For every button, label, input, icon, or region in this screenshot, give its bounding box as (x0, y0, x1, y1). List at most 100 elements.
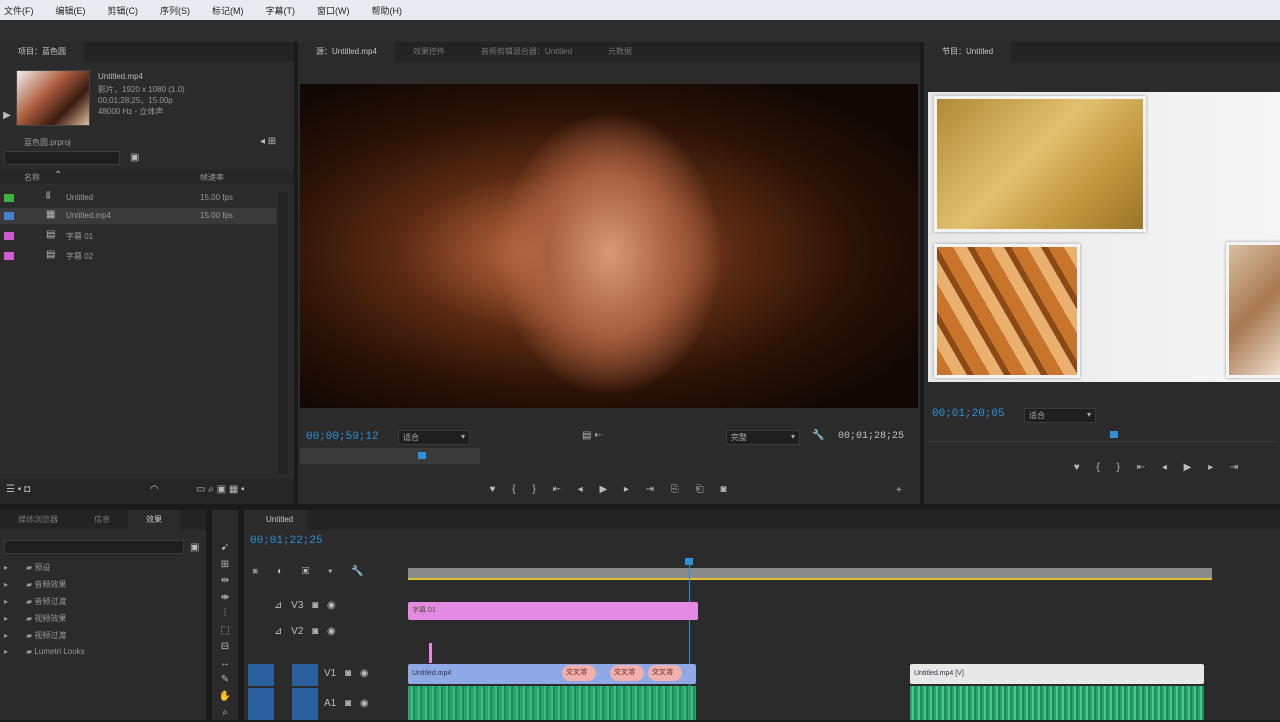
timeline-timecode[interactable]: 00;01;22;25 (250, 535, 323, 547)
effect-folder-label: 视频过渡 (34, 631, 67, 640)
list-item[interactable]: ▸ ▰ 视频效果 (4, 613, 66, 624)
tab-sequence[interactable]: Untitled (244, 510, 308, 530)
timeline-ruler[interactable] (408, 568, 1212, 580)
source-quality-dropdown[interactable]: 完整 ▾ (726, 430, 800, 445)
clip-thumbnail (16, 70, 90, 126)
item-fps: 15.00 fps (200, 211, 233, 220)
tab-project[interactable]: 项目：蓝色圆 (0, 42, 84, 62)
timeline-playhead-handle[interactable] (685, 558, 694, 565)
tab-source[interactable]: 源：Untitled.mp4 (298, 42, 395, 62)
transition-cross-dissolve[interactable]: 交叉溶 (610, 665, 644, 681)
new-custom-bin-icon[interactable]: ▣ (190, 542, 199, 554)
bin-tools-icon[interactable]: ▭ ⌕ ▣ ▦ ▪ (196, 484, 245, 496)
program-transport-controls[interactable]: ♥ { } ⇤ ◂ ▶ ▸ ⇥ (1032, 462, 1280, 474)
audio-clip-a1-2[interactable] (910, 686, 1204, 720)
label-color-chip (4, 252, 14, 260)
list-item-selected[interactable]: ▦ Untitled.mp4 15.00 fps (0, 208, 276, 224)
list-item[interactable]: ▸ ▰ 音频过渡 (4, 596, 66, 607)
source-playhead[interactable] (418, 452, 426, 459)
source-video-frame[interactable] (300, 84, 918, 408)
project-search-input[interactable] (4, 151, 120, 165)
zoom-slider-icon[interactable]: ◠ (150, 484, 159, 496)
track-v2-controls[interactable]: ⊿ V2 ◙ ◉ (274, 626, 336, 638)
video-clip-v1-2[interactable]: Untitled.mp4 [V] (910, 664, 1204, 684)
tab-effect-controls[interactable]: 效果控件 (395, 42, 463, 62)
menu-window[interactable]: 窗口(W) (317, 4, 350, 17)
video-clip-icon: ▦ (46, 209, 56, 220)
source-patch-v1[interactable] (248, 664, 274, 686)
project-scrollbar[interactable] (278, 192, 288, 474)
source-fit-dropdown[interactable]: 适合 ▾ (398, 430, 470, 445)
play-thumbnail-icon[interactable]: ▶ (2, 110, 12, 122)
button-editor-icon[interactable]: + (896, 485, 902, 497)
face-highlight (500, 114, 720, 394)
list-item[interactable]: ▸ ▰ 音频效果 (4, 579, 66, 590)
track-target-a1[interactable] (292, 688, 318, 720)
title-clip-v2[interactable] (429, 643, 432, 663)
title-file-icon: ▤ (46, 229, 56, 240)
title-clip-v3[interactable]: 字幕 01 (408, 602, 698, 620)
list-item[interactable]: ▤ 字幕 02 (0, 248, 294, 264)
menu-file[interactable]: 文件(F) (4, 4, 34, 17)
tool-icons[interactable]: ➹ ⊞ ⇹ ⇼ ⫶ ⬚ ⊟ ↔ ✎ ✋ ⌕ (216, 540, 234, 722)
source-monitor: 源：Untitled.mp4 效果控件 音频剪辑混合器：Untitled 元数据… (298, 42, 920, 504)
source-transport-controls[interactable]: ♥ { } ⇤ ◂ ▶ ▸ ⇥ ⎘ ⎗ ◙ (438, 484, 778, 496)
source-patch-a1[interactable] (248, 688, 274, 720)
tab-program[interactable]: 节目：Untitled (924, 42, 1012, 62)
video-clip-label: Untitled.mp4 [V] (914, 670, 964, 677)
source-timecode[interactable]: 00;00;59;12 (306, 431, 379, 443)
column-fps[interactable]: 帧速率 (200, 172, 224, 183)
menu-sequence[interactable]: 序列(S) (160, 4, 190, 17)
track-target-v1[interactable] (292, 664, 318, 686)
chevron-down-icon: ▾ (790, 432, 795, 441)
tab-audio-mixer[interactable]: 音频剪辑混合器：Untitled (463, 42, 590, 62)
effects-search-input[interactable] (4, 540, 184, 554)
program-timecode[interactable]: 00;01;20;05 (932, 408, 1005, 420)
list-item[interactable]: ▤ 字幕 01 (0, 228, 294, 244)
menu-title[interactable]: 字幕(T) (266, 4, 296, 17)
video-clip-label: Untitled.mp4 (412, 670, 452, 677)
sort-up-icon[interactable]: ⌃ (54, 170, 62, 182)
menu-edit[interactable]: 编辑(E) (56, 4, 86, 17)
tab-metadata[interactable]: 元数据 (590, 42, 650, 62)
track-v1-controls[interactable]: V1 ◙ ◉ (324, 668, 369, 680)
label-color-chip (4, 232, 14, 240)
item-name: Untitled.mp4 (66, 211, 111, 220)
effect-folder-label: 预设 (34, 563, 51, 572)
program-video-frame[interactable] (928, 92, 1280, 382)
transition-cross-dissolve[interactable]: 交叉溶 (648, 665, 682, 681)
timeline-tools[interactable]: ⨳ ◐ ▣ ▾ 🔧 (252, 566, 364, 578)
tab-media-browser[interactable]: 媒体浏览器 (0, 510, 76, 530)
track-label-v3: V3 (291, 600, 304, 611)
list-item[interactable]: ▸ ▰ 预设 (4, 562, 50, 573)
menu-bar: 文件(F) 编辑(E) 剪辑(C) 序列(S) 标记(M) 字幕(T) 窗口(W… (0, 0, 1280, 20)
list-item[interactable]: ▸ ▰ 视频过渡 (4, 630, 66, 641)
menu-marker[interactable]: 标记(M) (212, 4, 244, 17)
list-item[interactable]: ⫴ Untitled 15.00 fps (0, 190, 294, 206)
drag-video-icon[interactable]: ▤ ⇠ (582, 430, 603, 442)
chevron-down-icon: ▾ (460, 432, 465, 441)
column-name[interactable]: 名称 (24, 172, 40, 183)
list-view-icon[interactable]: ☰ ▪ ◘ (6, 484, 30, 496)
chevron-right-icon: ▸ (4, 597, 9, 606)
wrench-icon[interactable]: 🔧 (812, 430, 824, 442)
clip-info-duration: 00;01;28;25，15.00p (98, 96, 173, 105)
tab-effects[interactable]: 效果 (128, 510, 180, 530)
new-bin-search-icon[interactable]: ▣ (130, 152, 139, 164)
quality-value: 完整 (731, 433, 747, 442)
menu-clip[interactable]: 剪辑(C) (108, 4, 139, 17)
chevron-right-icon: ▸ (4, 631, 9, 640)
track-v3-controls[interactable]: ⊿ V3 ◙ ◉ (274, 600, 336, 612)
transition-cross-dissolve[interactable]: 交叉溶 (562, 665, 596, 681)
track-a1-controls[interactable]: A1 ◙ ◉ (324, 698, 369, 710)
program-time-ruler[interactable] (928, 426, 1278, 442)
person-image-tile (1226, 242, 1280, 378)
source-time-ruler[interactable] (300, 448, 480, 464)
audio-clip-a1[interactable] (408, 686, 696, 720)
program-fit-dropdown[interactable]: 适合 ▾ (1024, 408, 1096, 423)
project-toolbar: ☰ ▪ ◘ ◠ ▭ ⌕ ▣ ▦ ▪ (0, 478, 294, 504)
list-item[interactable]: ▸ ▰ Lumetri Looks (4, 647, 85, 656)
program-playhead[interactable] (1110, 431, 1118, 438)
tab-info[interactable]: 信息 (76, 510, 128, 530)
menu-help[interactable]: 帮助(H) (372, 4, 403, 17)
